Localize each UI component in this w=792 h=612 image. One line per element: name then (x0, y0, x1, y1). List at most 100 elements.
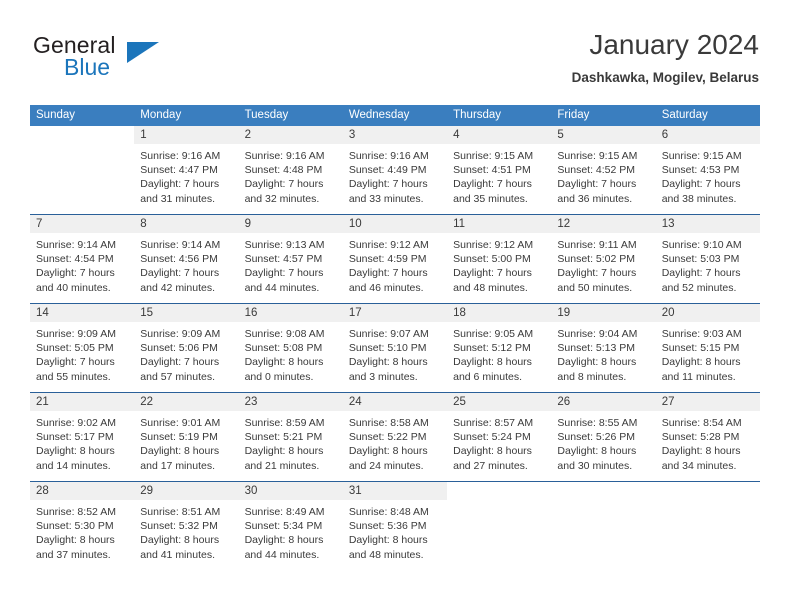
day-cell[interactable]: Sunrise: 9:13 AM Sunset: 4:57 PM Daylight:… (239, 233, 343, 303)
day-detail-line: Sunrise: 8:49 AM (244, 506, 325, 518)
day-detail-line: Sunrise: 9:07 AM (348, 328, 429, 340)
day-cell[interactable]: Sunrise: 9:15 AM Sunset: 4:52 PM Daylight:… (551, 144, 655, 214)
day-detail-line: Sunset: 5:03 PM (661, 253, 740, 266)
day-number[interactable]: 9 (239, 215, 343, 233)
day-detail-line: Sunrise: 8:59 AM (244, 417, 325, 429)
day-number[interactable]: 7 (30, 215, 134, 233)
day-cell[interactable]: Sunrise: 9:16 AM Sunset: 4:47 PM Daylight:… (134, 144, 238, 214)
day-number[interactable]: 23 (239, 393, 343, 411)
day-cell[interactable]: Sunrise: 8:54 AM Sunset: 5:28 PM Daylight:… (656, 411, 760, 481)
day-number[interactable]: 6 (656, 126, 760, 144)
day-cell[interactable]: Sunrise: 9:05 AM Sunset: 5:12 PM Daylight:… (447, 322, 551, 392)
day-number[interactable]: 1 (134, 126, 238, 144)
weekday-header-wednesday: Wednesday (348, 109, 410, 121)
day-detail-line: Sunrise: 9:09 AM (36, 328, 116, 340)
day-number[interactable]: 8 (134, 215, 238, 233)
day-detail-line: Daylight: 8 hours (348, 445, 428, 458)
day-number[interactable]: 30 (239, 482, 343, 500)
day-cell[interactable]: Sunrise: 9:02 AM Sunset: 5:17 PM Daylight:… (30, 411, 134, 481)
day-detail-line: and 50 minutes. (557, 281, 633, 294)
day-number[interactable]: 26 (551, 393, 655, 411)
day-cell[interactable]: Sunrise: 9:10 AM Sunset: 5:03 PM Daylight:… (656, 233, 760, 303)
day-cell[interactable]: Sunrise: 9:14 AM Sunset: 4:54 PM Daylight:… (30, 233, 134, 303)
calendar-grid: Sunday Monday Tuesday Wednesday Thursday Frid… (30, 105, 760, 570)
day-cell[interactable]: Sunrise: 8:55 AM Sunset: 5:26 PM Daylight:… (551, 411, 655, 481)
day-detail-line: and 33 minutes. (348, 192, 424, 205)
day-cell[interactable]: Sunrise: 9:14 AM Sunset: 4:56 PM Daylight:… (134, 233, 238, 303)
day-detail-line: Sunset: 5:10 PM (348, 342, 427, 355)
day-detail-line: Sunrise: 9:05 AM (453, 328, 534, 340)
day-number[interactable]: 28 (30, 482, 134, 500)
day-detail-line: Sunrise: 9:10 AM (661, 239, 742, 251)
day-number[interactable]: 18 (447, 304, 551, 322)
page-title: January 2024 (589, 29, 759, 60)
day-cell[interactable]: Sunrise: 9:16 AM Sunset: 4:48 PM Daylight:… (239, 144, 343, 214)
day-detail-line: Daylight: 8 hours (557, 445, 637, 458)
day-number[interactable]: 15 (134, 304, 238, 322)
day-number[interactable]: 21 (30, 393, 134, 411)
day-number[interactable]: 25 (447, 393, 551, 411)
week-date-band: 14 15 16 17 18 19 20 (30, 304, 760, 322)
day-number[interactable]: 5 (551, 126, 655, 144)
day-number[interactable]: 17 (343, 304, 447, 322)
day-cell[interactable]: Sunrise: 8:49 AM Sunset: 5:34 PM Daylight:… (239, 500, 343, 570)
day-detail-line: Daylight: 7 hours (244, 267, 324, 280)
day-cell[interactable]: Sunrise: 9:04 AM Sunset: 5:13 PM Daylight:… (551, 322, 655, 392)
day-cell[interactable]: Sunrise: 9:09 AM Sunset: 5:05 PM Daylight:… (30, 322, 134, 392)
day-number[interactable]: 31 (343, 482, 447, 500)
day-number[interactable]: 19 (551, 304, 655, 322)
day-number[interactable]: 13 (656, 215, 760, 233)
day-number[interactable]: 11 (447, 215, 551, 233)
day-number[interactable]: 24 (343, 393, 447, 411)
day-number[interactable]: 2 (239, 126, 343, 144)
day-detail-line: and 57 minutes. (140, 370, 215, 383)
day-number[interactable]: 29 (134, 482, 238, 500)
day-cell[interactable]: Sunrise: 8:58 AM Sunset: 5:22 PM Daylight:… (343, 411, 447, 481)
day-detail-line: Sunrise: 9:03 AM (661, 328, 742, 340)
day-detail-line: Sunrise: 9:02 AM (36, 417, 116, 429)
day-detail-line: Sunrise: 9:14 AM (36, 239, 116, 251)
day-cell[interactable]: Sunrise: 8:48 AM Sunset: 5:36 PM Daylight:… (343, 500, 447, 570)
day-detail-line: and 21 minutes. (244, 459, 320, 472)
day-number[interactable]: 22 (134, 393, 238, 411)
day-cell[interactable]: Sunrise: 9:07 AM Sunset: 5:10 PM Daylight:… (343, 322, 447, 392)
day-detail-line: Sunrise: 8:48 AM (348, 506, 429, 518)
day-detail-line: Sunset: 5:36 PM (348, 520, 427, 533)
day-cell[interactable]: Sunrise: 8:59 AM Sunset: 5:21 PM Daylight:… (239, 411, 343, 481)
day-detail-line: Daylight: 8 hours (348, 356, 428, 369)
week-date-band: 123456 (30, 126, 760, 144)
day-detail-line: and 17 minutes. (140, 459, 215, 472)
day-cell[interactable]: Sunrise: 9:11 AM Sunset: 5:02 PM Daylight:… (551, 233, 655, 303)
day-number[interactable]: 16 (239, 304, 343, 322)
day-number[interactable]: 12 (551, 215, 655, 233)
day-cell[interactable]: Sunrise: 8:51 AM Sunset: 5:32 PM Daylight:… (134, 500, 238, 570)
day-detail-line: and 42 minutes. (140, 281, 215, 294)
day-detail-line: Sunrise: 9:16 AM (348, 150, 429, 162)
day-cell[interactable]: Sunrise: 8:57 AM Sunset: 5:24 PM Daylight:… (447, 411, 551, 481)
day-cell[interactable]: Sunrise: 8:52 AM Sunset: 5:30 PM Daylight:… (30, 500, 134, 570)
day-cell[interactable]: Sunrise: 9:15 AM Sunset: 4:53 PM Daylight:… (656, 144, 760, 214)
day-cell[interactable]: Sunrise: 9:03 AM Sunset: 5:15 PM Daylight:… (656, 322, 760, 392)
day-number[interactable]: 4 (447, 126, 551, 144)
day-number[interactable]: 20 (656, 304, 760, 322)
day-cell-empty (447, 500, 551, 570)
day-cell[interactable]: Sunrise: 9:09 AM Sunset: 5:06 PM Daylight:… (134, 322, 238, 392)
day-cell-empty (30, 144, 134, 214)
day-detail-line: Sunset: 4:57 PM (244, 253, 323, 266)
day-detail-line: and 41 minutes. (140, 548, 215, 561)
day-cell[interactable]: Sunrise: 9:01 AM Sunset: 5:19 PM Daylight:… (134, 411, 238, 481)
day-cell[interactable]: Sunrise: 9:08 AM Sunset: 5:08 PM Daylight:… (239, 322, 343, 392)
day-cell[interactable]: Sunrise: 9:15 AM Sunset: 4:51 PM Daylight:… (447, 144, 551, 214)
day-cell[interactable]: Sunrise: 9:16 AM Sunset: 4:49 PM Daylight:… (343, 144, 447, 214)
day-number[interactable]: 27 (656, 393, 760, 411)
day-cell[interactable]: Sunrise: 9:12 AM Sunset: 5:00 PM Daylight:… (447, 233, 551, 303)
day-number[interactable]: 10 (343, 215, 447, 233)
day-detail-line: Sunrise: 9:15 AM (661, 150, 742, 162)
day-number[interactable]: 14 (30, 304, 134, 322)
day-number[interactable]: 3 (343, 126, 447, 144)
day-detail-line: Sunrise: 8:52 AM (36, 506, 116, 518)
day-detail-line: Daylight: 7 hours (244, 178, 324, 191)
weekday-header-sunday: Sunday (36, 109, 76, 121)
day-cell[interactable]: Sunrise: 9:12 AM Sunset: 4:59 PM Daylight:… (343, 233, 447, 303)
brand-logo[interactable]: General Blue (33, 32, 273, 94)
